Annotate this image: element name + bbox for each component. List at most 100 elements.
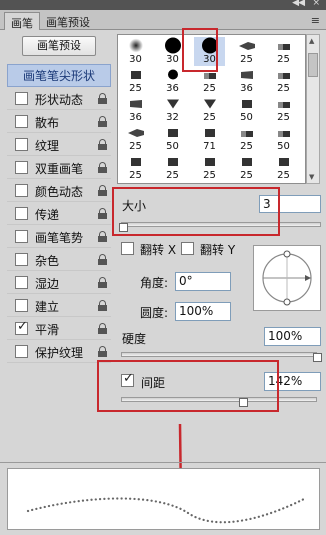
angle-label: 角度: <box>140 276 169 290</box>
brush-tip-size: 25 <box>203 112 216 123</box>
flip-x-checkbox[interactable] <box>121 242 134 255</box>
angle-roundness-widget[interactable] <box>253 245 321 311</box>
brush-tip[interactable]: 25 <box>231 124 262 153</box>
sidebar-item-label: 建立 <box>35 300 60 314</box>
highlight-selected-tip <box>182 28 218 72</box>
brush-tip-shape-icon <box>203 98 217 113</box>
brush-tip[interactable]: 50 <box>268 124 299 153</box>
hardness-input[interactable]: 100% <box>264 327 321 346</box>
sidebar-item-wet-edges[interactable]: 湿边 <box>7 271 111 294</box>
smoothing-checkbox[interactable] <box>15 319 28 335</box>
tab-brush[interactable]: 画笔 <box>4 12 40 30</box>
lock-icon[interactable] <box>98 116 107 127</box>
transfer-checkbox[interactable] <box>15 207 28 220</box>
protect-texture-checkbox[interactable] <box>15 345 28 358</box>
sidebar-item-texture[interactable]: 纹理 <box>7 133 111 156</box>
brush-tip[interactable]: 25 <box>231 37 262 66</box>
sidebar-item-label: 形状动态 <box>35 93 84 107</box>
brush-tip[interactable]: 50 <box>157 124 188 153</box>
lock-icon[interactable] <box>98 346 107 357</box>
stroke-preview <box>7 468 320 530</box>
hardness-slider-thumb[interactable] <box>313 353 322 362</box>
color-dynamics-checkbox[interactable] <box>15 184 28 197</box>
brush-tip-shape-icon <box>167 156 179 170</box>
brush-tip[interactable]: 25 <box>120 124 151 153</box>
brush-tip-size: 36 <box>166 83 179 94</box>
brush-tip-shape-icon <box>204 156 216 170</box>
sidebar-item-dual-brush[interactable]: 双重画笔 <box>7 156 111 179</box>
scrollbar-thumb[interactable] <box>308 53 318 77</box>
brush-tip[interactable]: 71 <box>194 124 225 153</box>
lock-icon[interactable] <box>98 139 107 150</box>
tab-brush-presets[interactable]: 画笔预设 <box>40 12 96 30</box>
scattering-checkbox[interactable] <box>15 115 28 128</box>
flip-y-checkbox[interactable] <box>181 242 194 255</box>
sidebar-item-label: 保护纹理 <box>35 346 84 360</box>
sidebar-item-scattering[interactable]: 散布 <box>7 110 111 133</box>
sidebar-item-protect-texture[interactable]: 保护纹理 <box>7 340 111 363</box>
hardness-label: 硬度 <box>122 332 147 346</box>
brush-tip[interactable]: 25 <box>268 153 299 182</box>
sidebar-item-label: 杂色 <box>35 254 60 268</box>
sidebar-item-brush-pose[interactable]: 画笔笔势 <box>7 225 111 248</box>
panel-menu-icon[interactable]: ≡ <box>311 14 320 27</box>
brush-tip-size: 25 <box>277 54 290 65</box>
noise-checkbox[interactable] <box>15 253 28 266</box>
lock-icon[interactable] <box>98 323 107 334</box>
brush-tip[interactable]: 25 <box>120 153 151 182</box>
collapse-icon[interactable]: ◀◀ <box>292 0 305 8</box>
angle-input[interactable]: 0° <box>175 272 231 291</box>
roundness-input[interactable]: 100% <box>175 302 231 321</box>
shape-dynamics-checkbox[interactable] <box>15 92 28 105</box>
panel-titlebar: ◀◀ × <box>0 0 326 10</box>
wet-edges-checkbox[interactable] <box>15 276 28 289</box>
lock-icon[interactable] <box>98 254 107 265</box>
sidebar-item-color-dynamics[interactable]: 颜色动态 <box>7 179 111 202</box>
sidebar-item-build-up[interactable]: 建立 <box>7 294 111 317</box>
scroll-up-icon[interactable]: ▲ <box>309 37 314 45</box>
lock-icon[interactable] <box>98 162 107 173</box>
brush-presets-button[interactable]: 画笔预设 <box>22 36 96 56</box>
sidebar-item-label: 颜色动态 <box>35 185 84 199</box>
brush-tip-size: 25 <box>277 112 290 123</box>
brush-tip[interactable]: 25 <box>194 95 225 124</box>
brush-tip[interactable]: 32 <box>157 95 188 124</box>
brush-tip[interactable]: 50 <box>231 95 262 124</box>
scroll-down-icon[interactable]: ▼ <box>309 173 314 181</box>
lock-icon[interactable] <box>98 208 107 219</box>
angle-circle-icon[interactable] <box>254 246 320 310</box>
brush-tip-shape-icon <box>167 127 179 141</box>
sidebar-item-shape-dynamics[interactable]: 形状动态 <box>7 87 111 110</box>
hardness-slider[interactable] <box>121 352 317 357</box>
brush-tip-size: 71 <box>203 141 216 152</box>
brush-tip-shape-icon <box>166 98 180 113</box>
brush-tip[interactable]: 25 <box>231 153 262 182</box>
brush-tip[interactable]: 25 <box>268 37 299 66</box>
brush-tip[interactable]: 36 <box>231 66 262 95</box>
sidebar-item-transfer[interactable]: 传递 <box>7 202 111 225</box>
sidebar-item-noise[interactable]: 杂色 <box>7 248 111 271</box>
brush-tip-scrollbar[interactable]: ▲ ▼ <box>306 34 320 184</box>
sidebar-item-brush-tip-shape[interactable]: 画笔笔尖形状 <box>7 64 111 87</box>
build-up-checkbox[interactable] <box>15 299 28 312</box>
sidebar-item-smoothing[interactable]: 平滑 <box>7 317 111 340</box>
brush-tip[interactable]: 25 <box>194 153 225 182</box>
divider <box>0 462 326 463</box>
dual-brush-checkbox[interactable] <box>15 161 28 174</box>
lock-icon[interactable] <box>98 277 107 288</box>
brush-pose-checkbox[interactable] <box>15 230 28 243</box>
brush-tip[interactable]: 25 <box>120 66 151 95</box>
lock-icon[interactable] <box>98 185 107 196</box>
brush-tip[interactable]: 25 <box>268 95 299 124</box>
close-icon[interactable]: × <box>312 0 320 8</box>
lock-icon[interactable] <box>98 93 107 104</box>
lock-icon[interactable] <box>98 300 107 311</box>
texture-checkbox[interactable] <box>15 138 28 151</box>
brush-tip[interactable]: 36 <box>120 95 151 124</box>
brush-tip-size: 32 <box>166 112 179 123</box>
lock-icon[interactable] <box>98 231 107 242</box>
brush-tip[interactable]: 25 <box>268 66 299 95</box>
brush-tip[interactable]: 30 <box>120 37 151 66</box>
sidebar-item-label: 湿边 <box>35 277 60 291</box>
brush-tip[interactable]: 25 <box>157 153 188 182</box>
